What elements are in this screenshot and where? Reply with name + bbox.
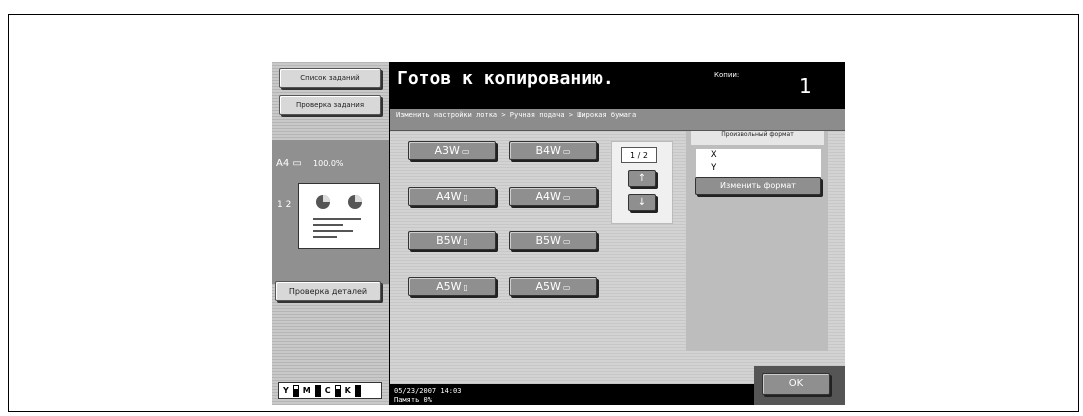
job-list-button[interactable]: Список заданий: [279, 68, 381, 88]
copies-value: 1: [799, 74, 812, 98]
size-button-a3w-landscape[interactable]: A3W ▭: [408, 141, 496, 160]
memory-status: Память 0%: [394, 396, 432, 404]
landscape-icon: ▭: [562, 237, 571, 246]
custom-y-label: Y: [711, 163, 717, 173]
custom-size-header: Произвольный формат: [691, 131, 824, 145]
toner-k-label: K: [344, 386, 351, 395]
custom-x-label: X: [711, 150, 717, 160]
custom-size-panel: Произвольный формат X Y Изменить формат: [686, 131, 828, 351]
size-button-b4w-landscape[interactable]: B4W ▭: [509, 141, 597, 160]
portrait-icon: ▯: [463, 283, 468, 292]
toner-k-bar: [354, 384, 361, 397]
paper-size-panel: A3W ▭ B4W ▭ A4W ▯ A4W ▭ B5W ▯ B5W ▭ A5W ▯ A5W ▭ …: [390, 131, 845, 384]
main-area: Изменить настройки лотка > Ручная подача…: [390, 104, 845, 384]
toner-m-bar: [314, 384, 321, 397]
status-title: Готов к копированию.: [397, 68, 614, 89]
copies-label: Копии:: [714, 71, 740, 79]
size-button-a5w-portrait[interactable]: A5W ▯: [408, 277, 496, 296]
portrait-icon: ▯: [463, 237, 468, 246]
page-navigator: 1 / 2 ↑ ↓: [611, 141, 673, 224]
paper-orientation-icon: ▭: [292, 158, 302, 169]
toner-m-label: M: [302, 386, 311, 395]
size-button-a4w-landscape[interactable]: A4W ▭: [509, 187, 597, 206]
preview-thumbnail: [298, 183, 380, 249]
zoom-value: 100.0%: [313, 159, 344, 168]
change-format-button[interactable]: Изменить формат: [695, 177, 821, 195]
toner-c-label: C: [324, 386, 331, 395]
size-button-a5w-landscape[interactable]: A5W ▭: [509, 277, 597, 296]
landscape-icon: ▭: [461, 147, 470, 156]
size-button-a4w-portrait[interactable]: A4W ▯: [408, 187, 496, 206]
ok-button[interactable]: OK: [762, 373, 830, 395]
control-panel-screen: Список заданий Проверка задания A4 ▭ 100…: [272, 62, 845, 405]
arrow-up-icon: ↑: [637, 173, 647, 184]
paper-info: A4 ▭ 100.0%: [276, 158, 344, 169]
size-button-b5w-landscape[interactable]: B5W ▭: [509, 231, 597, 250]
paper-size: A4: [276, 158, 290, 169]
toner-y-bar: [292, 384, 299, 397]
landscape-icon: ▭: [562, 283, 571, 292]
breadcrumb: Изменить настройки лотка > Ручная подача…: [390, 109, 845, 131]
custom-size-values: X Y: [696, 149, 821, 177]
datetime: 05/23/2007 14:03: [394, 387, 462, 395]
portrait-icon: ▯: [463, 193, 468, 202]
page-up-button[interactable]: ↑: [628, 170, 656, 187]
landscape-icon: ▭: [562, 147, 571, 156]
detail-check-button[interactable]: Проверка деталей: [275, 281, 381, 301]
figure-frame: Список заданий Проверка задания A4 ▭ 100…: [8, 14, 1079, 412]
size-button-b5w-portrait[interactable]: B5W ▯: [408, 231, 496, 250]
arrow-down-icon: ↓: [637, 197, 647, 208]
landscape-icon: ▭: [562, 193, 571, 202]
left-panel: Список заданий Проверка задания A4 ▭ 100…: [272, 62, 389, 405]
toner-c-bar: [334, 384, 341, 397]
page-layout-icon: 1 2: [277, 200, 292, 210]
page-down-button[interactable]: ↓: [628, 194, 656, 211]
job-check-button[interactable]: Проверка задания: [279, 95, 381, 115]
page-indicator: 1 / 2: [621, 147, 657, 163]
toner-y-label: Y: [283, 386, 289, 395]
document-preview-icon: [313, 195, 362, 238]
toner-indicator: Y M C K: [278, 382, 382, 399]
